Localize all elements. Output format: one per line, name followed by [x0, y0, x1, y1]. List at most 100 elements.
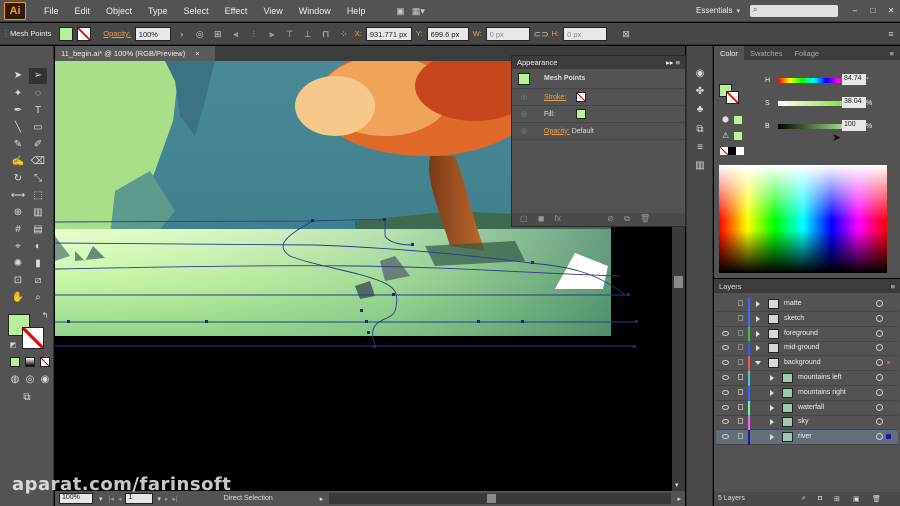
layer-target-icon[interactable] — [876, 314, 883, 322]
out-of-gamut-icon[interactable]: ⬢ — [722, 115, 729, 124]
lock-toggle-icon[interactable] — [738, 344, 743, 351]
chevron-right-icon[interactable]: › — [175, 27, 189, 41]
menu-file[interactable]: File — [36, 6, 67, 16]
eye-icon[interactable]: ◎ — [512, 93, 536, 101]
appearance-stroke-row[interactable]: ◎ Stroke: — [512, 89, 685, 106]
horizontal-scroll-thumb[interactable] — [487, 494, 497, 503]
eyedropper-tool-icon[interactable]: ⌖ — [9, 239, 27, 255]
visibility-eye-icon[interactable] — [722, 360, 729, 366]
tab-foliage[interactable]: Foliage — [788, 46, 825, 60]
visibility-eye-icon[interactable] — [722, 330, 729, 336]
zoom-dropdown-icon[interactable]: ▾ — [99, 495, 103, 503]
web-safe-icon[interactable]: ⚠ — [722, 131, 729, 140]
websafe-swatch[interactable] — [734, 132, 742, 140]
recolor-icon[interactable]: ◎ — [193, 27, 207, 41]
new-sublayer-icon[interactable]: ⊞ — [834, 495, 840, 503]
horizontal-scrollbar[interactable] — [329, 493, 672, 504]
blend-tool-icon[interactable]: ◐ — [29, 239, 47, 255]
document-tab[interactable]: 11_begin.ai* @ 100% (RGB/Preview) × — [55, 46, 215, 61]
layer-target-icon[interactable] — [876, 359, 883, 367]
tab-swatches[interactable]: Swatches — [744, 46, 789, 60]
screen-mode-icon[interactable]: ⧉ — [18, 390, 36, 406]
transform-icon[interactable]: ⊠ — [619, 27, 633, 41]
minimize-button[interactable]: – — [846, 6, 864, 15]
mesh-tool-icon[interactable]: # — [9, 222, 27, 238]
lock-toggle-icon[interactable] — [738, 388, 743, 395]
layer-target-icon[interactable] — [876, 388, 883, 396]
opacity-field[interactable]: 100% — [134, 26, 171, 41]
fill-swatch[interactable] — [576, 109, 586, 119]
shape-builder-tool-icon[interactable]: ⊕ — [9, 205, 27, 221]
reference-point-icon[interactable]: ⁘ — [337, 27, 351, 41]
layer-target-icon[interactable] — [876, 403, 883, 411]
layer-row[interactable]: matte — [716, 297, 898, 312]
align-center-icon[interactable]: ⫶ — [247, 27, 261, 41]
layer-row[interactable]: mid-ground — [716, 341, 898, 357]
visibility-eye-icon[interactable] — [722, 404, 729, 410]
saturation-field[interactable]: 38.04 — [842, 97, 866, 108]
menu-select[interactable]: Select — [176, 6, 217, 16]
new-layer-icon[interactable]: ▣ — [853, 495, 860, 503]
lock-toggle-icon[interactable] — [738, 300, 743, 306]
x-field[interactable]: 931.771 px — [365, 26, 412, 41]
expand-triangle-icon[interactable] — [770, 404, 774, 411]
visibility-eye-icon[interactable] — [722, 375, 729, 380]
draw-inside-icon[interactable]: ◉ — [36, 372, 54, 388]
delete-layer-icon[interactable]: 🗑 — [872, 495, 881, 503]
gamut-swatch[interactable] — [734, 116, 742, 124]
lock-toggle-icon[interactable] — [738, 314, 743, 321]
pen-tool-icon[interactable]: ✒ — [9, 103, 27, 119]
link-icon[interactable]: ⊂⊃ — [534, 27, 549, 41]
align-top-icon[interactable]: ⊤ — [283, 27, 297, 41]
expand-triangle-icon[interactable] — [756, 345, 760, 352]
lock-toggle-icon[interactable] — [738, 374, 743, 380]
color-guide-icon[interactable]: ◉ — [691, 66, 709, 82]
brightness-field[interactable]: 100 — [842, 120, 866, 131]
panel-menu-icon[interactable]: ≡ — [891, 282, 895, 291]
h-field[interactable]: 0 px — [563, 26, 608, 41]
lock-toggle-icon[interactable] — [738, 433, 743, 440]
layer-target-icon[interactable] — [876, 418, 883, 426]
expand-triangle-icon[interactable] — [770, 389, 774, 396]
status-menu-icon[interactable]: ▸ — [320, 495, 324, 503]
brushes-icon[interactable]: ✤ — [691, 84, 709, 100]
scroll-down-icon[interactable]: ▾ — [675, 481, 679, 489]
stroke-color-swatch[interactable] — [22, 327, 44, 349]
stroke-label[interactable]: Stroke: — [544, 94, 576, 101]
workspace-switcher[interactable]: Essentials — [696, 6, 732, 15]
slice-tool-icon[interactable]: ⧄ — [29, 273, 47, 289]
lock-toggle-icon[interactable] — [738, 329, 743, 336]
selection-tool-icon[interactable]: ➤ — [9, 68, 27, 84]
eraser-tool-icon[interactable]: ⌫ — [29, 154, 47, 170]
rotate-tool-icon[interactable]: ↻ — [9, 171, 27, 187]
gradient-tool-icon[interactable]: ▤ — [29, 222, 47, 238]
align-icon[interactable]: ⊞ — [211, 27, 225, 41]
symbol-sprayer-tool-icon[interactable]: ✺ — [9, 256, 27, 272]
artboard-tool-icon[interactable]: ⊡ — [9, 273, 27, 289]
panel-menu-icon[interactable]: ≡ — [884, 46, 900, 60]
hue-field[interactable]: 84.74 — [842, 74, 866, 85]
hand-tool-icon[interactable]: ✋ — [9, 290, 27, 306]
saturation-slider[interactable] — [778, 101, 850, 106]
brightness-slider[interactable] — [778, 124, 850, 129]
expand-triangle-icon[interactable] — [755, 361, 761, 366]
scroll-right-icon[interactable]: ▸ — [677, 495, 681, 503]
color-mode-icon[interactable] — [10, 357, 20, 367]
default-colors-icon[interactable]: ◩ — [4, 338, 22, 354]
effects-icon[interactable]: fx — [555, 214, 561, 223]
layer-target-icon[interactable] — [876, 374, 883, 381]
maximize-button[interactable]: □ — [864, 6, 882, 15]
expand-triangle-icon[interactable] — [756, 301, 760, 307]
next-artboard-icon[interactable]: ▸ — [165, 495, 169, 503]
appearance-opacity-row[interactable]: ◎ Opacity: Default — [512, 123, 685, 140]
panel-menu-icon[interactable]: ≡ — [884, 27, 898, 41]
y-field[interactable]: 699.6 px — [426, 26, 469, 41]
free-transform-tool-icon[interactable]: ⬚ — [29, 188, 47, 204]
fill-swatch-icon[interactable] — [59, 26, 74, 41]
symbols-icon[interactable]: ♣ — [691, 102, 709, 118]
visibility-eye-icon[interactable] — [722, 419, 729, 425]
last-artboard-icon[interactable]: ▸| — [172, 495, 177, 503]
layer-row[interactable]: waterfall — [716, 400, 898, 416]
menu-view[interactable]: View — [255, 6, 290, 16]
close-button[interactable]: ✕ — [882, 6, 900, 15]
